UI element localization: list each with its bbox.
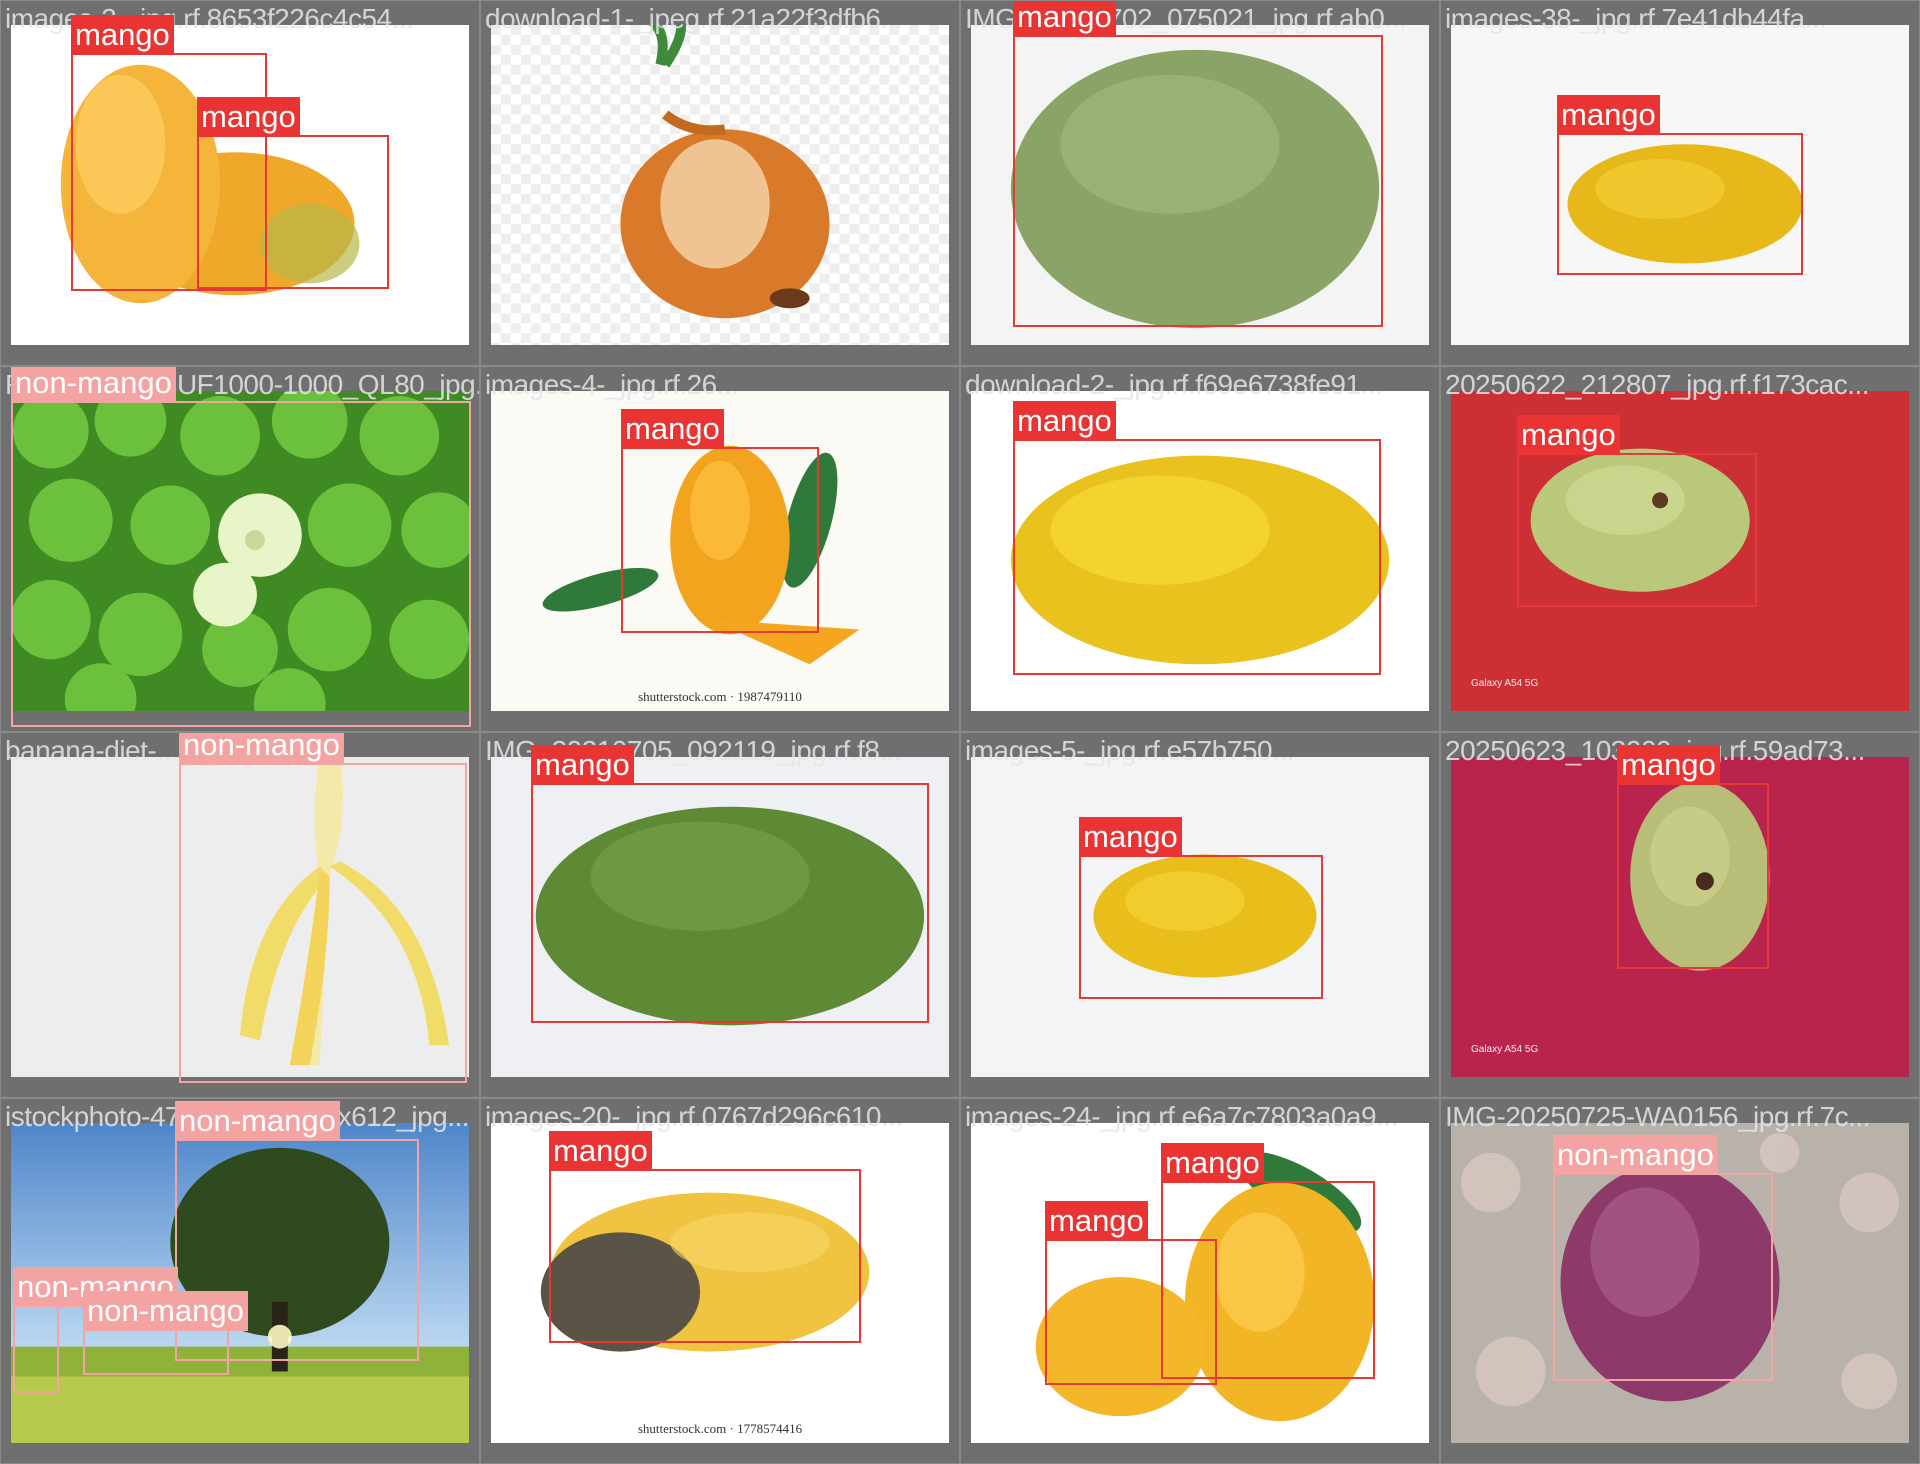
filename-label: images-20-_jpg.rf.0767d296c610... — [485, 1101, 903, 1132]
tile-1: download-1-_jpeg.rf.21a22f3dfb6... — [480, 0, 960, 366]
detection-grid: images-2-_jpg.rf.8653f226c4c54... mango … — [0, 0, 1920, 1464]
tile-4: Fresh-Produ...UF1000-1000_QL80_jpg.rf.a1… — [0, 366, 480, 732]
class-label: mango — [1517, 415, 1620, 455]
tile-10: images-5-_jpg.rf.e57b750... mango — [960, 732, 1440, 1098]
tile-14: images-24-_jpg.rf.e6a7c7803a0a9... mango… — [960, 1098, 1440, 1464]
bounding-box: mango — [549, 1131, 861, 1343]
filename-label: images-38-_jpg.rf.7e41db44fa... — [1445, 3, 1827, 34]
class-label: non-mango — [1553, 1135, 1718, 1175]
tile-8: banana-diet-...jpg.rf.88... non-mango — [0, 732, 480, 1098]
bounding-box: mango — [1617, 745, 1769, 969]
bounding-box: mango — [1013, 1, 1383, 327]
tile-6: download-2-_jpg.rf.f69e6738fe91... mango — [960, 366, 1440, 732]
watermark-text: shutterstock.com · 1987479110 — [638, 689, 802, 704]
tile-13: shutterstock.com · 1778574416 images-20-… — [480, 1098, 960, 1464]
class-label: non-mango — [175, 1101, 340, 1141]
camera-watermark: Galaxy A54 5G — [1471, 1044, 1539, 1055]
bounding-box: non-mango — [179, 733, 467, 1083]
bounding-box: mango — [1013, 401, 1381, 675]
bounding-box: mango — [1557, 95, 1803, 275]
filename-label: images-4-_jpg.rf.26... — [485, 369, 739, 400]
bounding-box: non-mango — [83, 1291, 248, 1375]
class-label: mango — [197, 97, 300, 137]
filename-label: download-2-_jpg.rf.f69e6738fe91... — [965, 369, 1383, 400]
class-label: mango — [1045, 1201, 1148, 1241]
bounding-box: non-mango — [11, 367, 471, 727]
class-label: mango — [1617, 745, 1720, 785]
tile-7: Galaxy A54 5G 20250622_212807_jpg.rf.f17… — [1440, 366, 1920, 732]
class-label: mango — [531, 745, 634, 785]
class-label: mango — [71, 15, 174, 55]
class-label: non-mango — [83, 1291, 248, 1331]
class-label: mango — [621, 409, 724, 449]
bounding-box: mango — [531, 745, 929, 1023]
bounding-box: non-mango — [1553, 1135, 1773, 1381]
class-label: mango — [1013, 1, 1116, 37]
class-label: non-mango — [179, 733, 344, 765]
bounding-box: mango — [1079, 817, 1323, 999]
filename-label: download-1-_jpeg.rf.21a22f3dfb6... — [485, 3, 903, 34]
tile-9: IMG_20210705_092119_jpg.rf.f8... mango — [480, 732, 960, 1098]
class-label: mango — [1161, 1143, 1264, 1183]
bounding-box: mango — [1517, 415, 1757, 607]
filename-label: IMG-20250725-WA0156_jpg.rf.7c... — [1445, 1101, 1870, 1132]
bounding-box: mango — [197, 97, 389, 289]
camera-watermark: Galaxy A54 5G — [1471, 678, 1539, 689]
class-label: mango — [549, 1131, 652, 1171]
tile-0: images-2-_jpg.rf.8653f226c4c54... mango … — [0, 0, 480, 366]
tile-5: shutterstock.com · 1987479110 images-4-_… — [480, 366, 960, 732]
tile-12: istockphoto-476116580-612x612_jpg... non… — [0, 1098, 480, 1464]
class-label: mango — [1079, 817, 1182, 857]
tile-11: Galaxy A54 5G 20250623_103000_jpg.rf.59a… — [1440, 732, 1920, 1098]
tile-2: IMG_20250702_075021_jpg.rf.ab0... mango — [960, 0, 1440, 366]
class-label: mango — [1557, 95, 1660, 135]
tile-15: IMG-20250725-WA0156_jpg.rf.7c... non-man… — [1440, 1098, 1920, 1464]
bounding-box: mango — [621, 409, 819, 633]
watermark-text: shutterstock.com · 1778574416 — [637, 1421, 803, 1436]
filename-label: images-2-_jpg.rf.8653f226c4c54... — [5, 3, 414, 34]
class-label: mango — [1013, 401, 1116, 441]
filename-label: 20250622_212807_jpg.rf.f173cac... — [1445, 369, 1870, 400]
bounding-box: non-mango — [13, 1267, 178, 1393]
bounding-box: mango — [1045, 1201, 1217, 1385]
photo-onion — [491, 25, 949, 345]
tile-3: images-38-_jpg.rf.7e41db44fa... mango — [1440, 0, 1920, 366]
filename-label: images-24-_jpg.rf.e6a7c7803a0a9... — [965, 1101, 1398, 1132]
filename-label: images-5-_jpg.rf.e57b750... — [965, 735, 1294, 766]
class-label: non-mango — [11, 367, 176, 403]
